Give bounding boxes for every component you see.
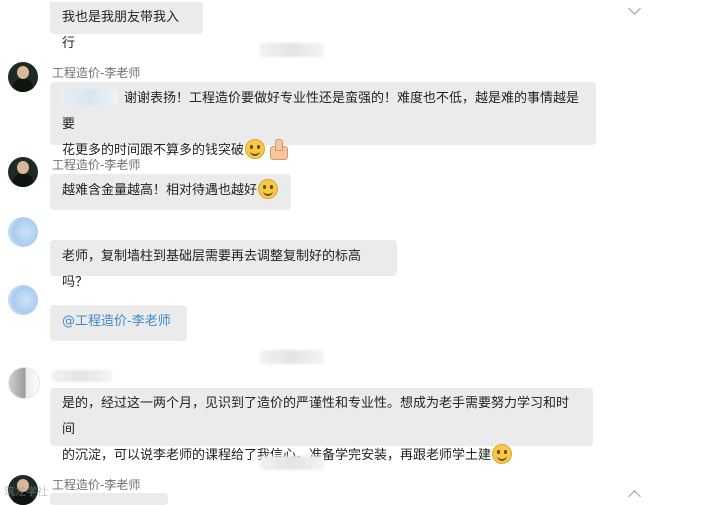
thumbs-up-emoji-icon — [267, 138, 289, 160]
chevron-down-icon[interactable] — [628, 2, 641, 15]
timestamp-blurred — [260, 350, 324, 364]
message-bubble: @工程造价-李老师 — [50, 305, 187, 341]
message-bubble: 是的，经过这一两个月，见识到了造价的严谨性和专业性。想成为老手需要努力学习和时间… — [50, 388, 593, 464]
chevron-up-icon[interactable] — [628, 490, 641, 503]
sender-name: 工程造价-李老师 — [52, 66, 141, 80]
message-bubble — [50, 493, 168, 505]
mention-blurred — [62, 89, 118, 105]
sender-name-blurred — [52, 370, 112, 382]
message-text-line: 是的，经过这一两个月，见识到了造价的严谨性和专业性。想成为老手需要努力学习和时间 — [62, 396, 570, 437]
message-text: 老师，复制墙柱到基础层需要再去调整复制好的标高吗？ — [62, 249, 362, 290]
message-text: 越难含金量越高！相对待遇也越好 — [62, 183, 258, 198]
avatar[interactable] — [8, 157, 38, 187]
message-bubble: 我也是我朋友带我入行 — [50, 2, 203, 51]
avatar[interactable] — [8, 62, 38, 92]
sender-name: 工程造价-李老师 — [52, 158, 141, 172]
avatar[interactable] — [8, 217, 38, 247]
mention-link[interactable]: @工程造价-李老师 — [62, 314, 171, 329]
smile-emoji-icon — [492, 444, 513, 464]
watermark: 筑龙学社 — [4, 485, 48, 498]
message-bubble: 老师，复制墙柱到基础层需要再去调整复制好的标高吗？ — [50, 240, 397, 290]
avatar[interactable] — [8, 285, 38, 315]
sender-name: 工程造价-李老师 — [52, 478, 141, 492]
timestamp-blurred — [260, 43, 324, 57]
timestamp-blurred — [260, 456, 324, 470]
message-text: 我也是我朋友带我入行 — [62, 10, 180, 51]
avatar[interactable] — [8, 367, 40, 399]
message-bubble: 谢谢表扬！工程造价要做好专业性还是蛮强的！难度也不低，越是难的事情越是要 花更多… — [50, 82, 596, 160]
message-text-line: 谢谢表扬！工程造价要做好专业性还是蛮强的！难度也不低，越是难的事情越是要 — [62, 91, 580, 132]
message-bubble: 越难含金量越高！相对待遇也越好 — [50, 174, 291, 210]
smile-emoji-icon — [245, 139, 266, 159]
smile-emoji-icon — [258, 179, 279, 199]
